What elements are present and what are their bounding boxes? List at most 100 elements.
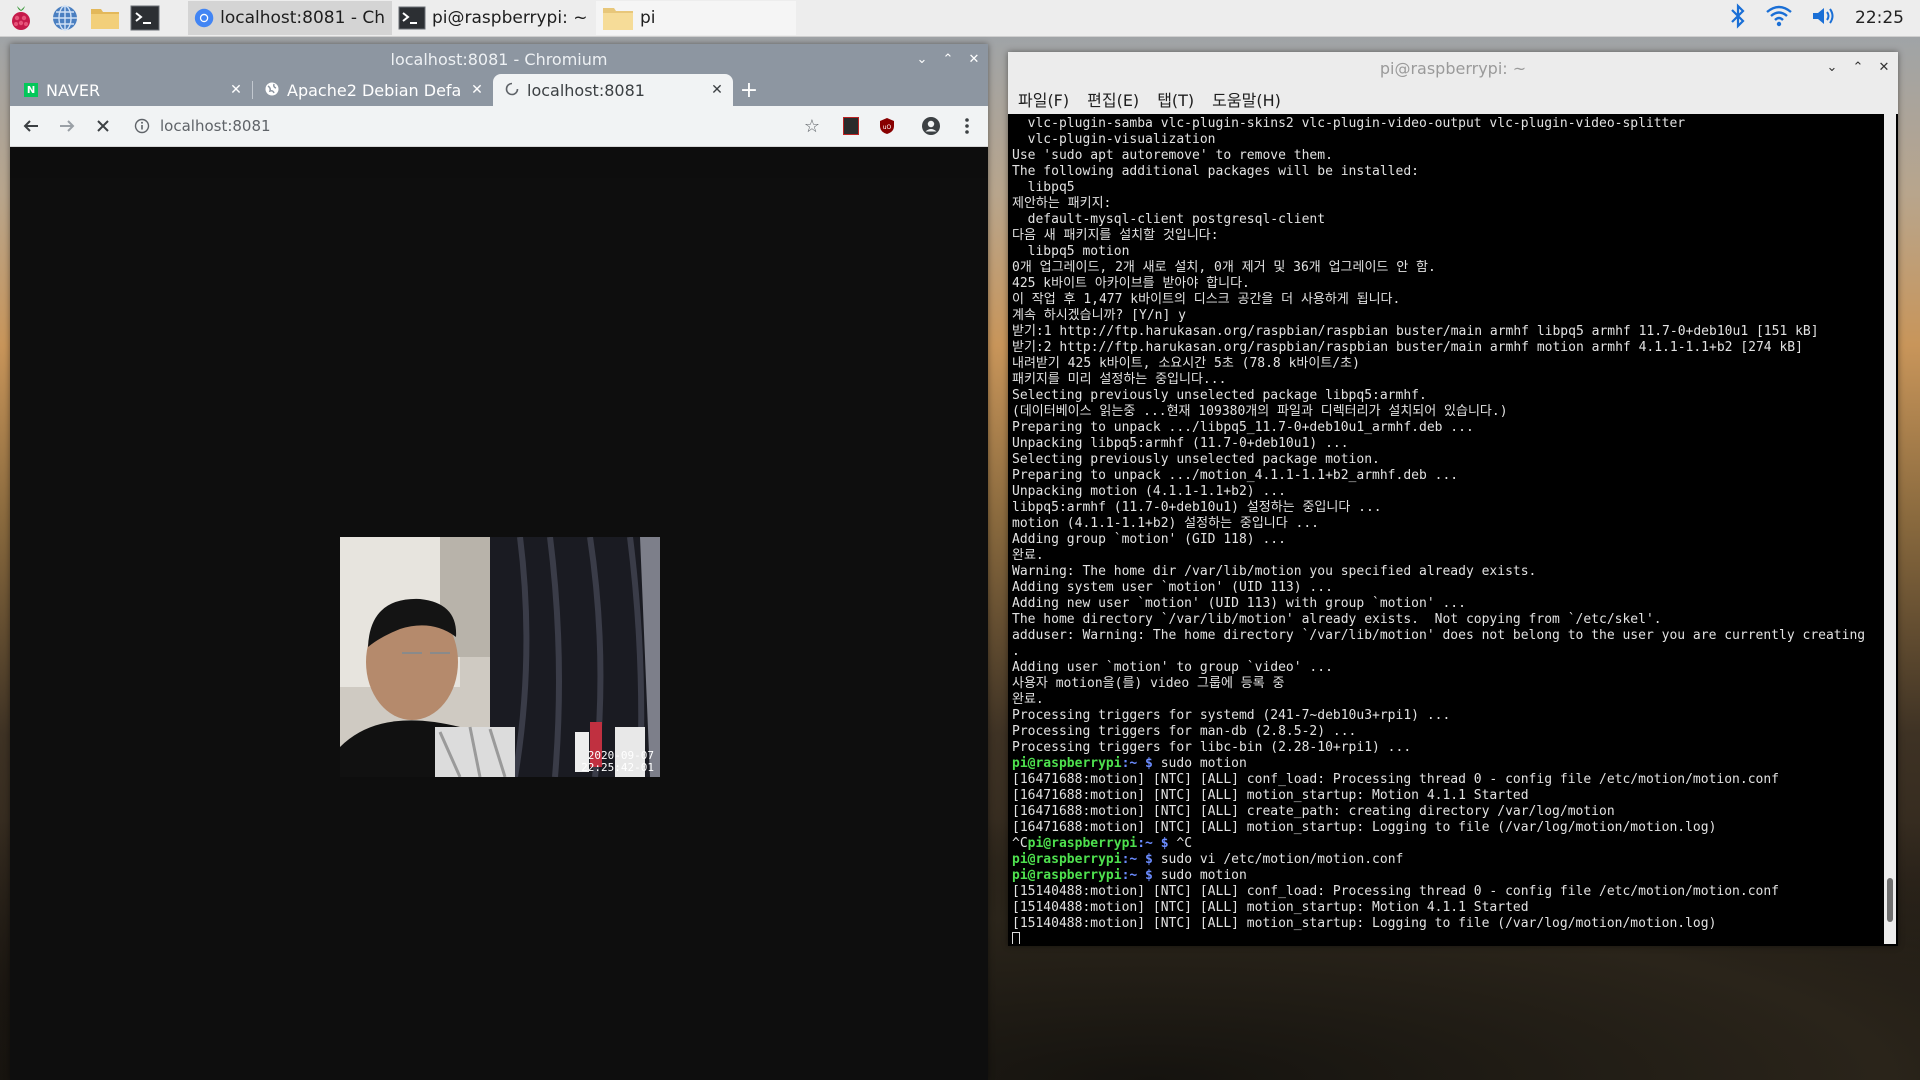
prompt-command: ^C bbox=[1168, 836, 1193, 851]
terminal-line: [15140488:motion] [NTC] [ALL] motion_sta… bbox=[1012, 900, 1529, 915]
terminal-icon[interactable] bbox=[130, 3, 160, 33]
tab-apache[interactable]: Apache2 Debian Default ✕ bbox=[253, 74, 493, 106]
minimize-icon[interactable]: ⌄ bbox=[1824, 59, 1840, 75]
terminal-line: 내려받기 425 k바이트, 소요시간 5초 (78.8 k바이트/초) bbox=[1012, 356, 1360, 371]
terminal-line: 패키지를 미리 설정하는 중입니다... bbox=[1012, 372, 1227, 387]
stop-icon bbox=[97, 120, 109, 132]
menu-tabs[interactable]: 탭(T) bbox=[1157, 87, 1194, 111]
terminal-ctrl-c: ^C bbox=[1012, 836, 1028, 851]
bluetooth-icon[interactable] bbox=[1729, 3, 1747, 33]
terminal-cursor-line bbox=[1012, 932, 1882, 944]
terminal-line: libpq5:armhf (11.7-0+deb10u1) 설정하는 중입니다 … bbox=[1012, 500, 1382, 515]
terminal-line: 0개 업그레이드, 2개 새로 설치, 0개 제거 및 36개 업그레이드 안 … bbox=[1012, 260, 1436, 275]
tab-close-icon[interactable]: ✕ bbox=[469, 82, 485, 98]
prompt-path: :~ $ bbox=[1121, 756, 1153, 771]
terminal-line: Warning: The home dir /var/lib/motion yo… bbox=[1012, 564, 1537, 579]
window-title: localhost:8081 - Chromium bbox=[390, 49, 608, 69]
menu-button[interactable] bbox=[952, 111, 982, 141]
menu-edit[interactable]: 편집(E) bbox=[1087, 87, 1139, 111]
prompt-user: pi@raspberrypi bbox=[1027, 836, 1138, 851]
account-icon bbox=[922, 117, 940, 135]
terminal-prompt-line: pi@raspberrypi:~ $ sudo motion bbox=[1012, 868, 1882, 884]
address-bar[interactable]: localhost:8081 ☆ bbox=[124, 110, 830, 142]
forward-button[interactable] bbox=[52, 111, 82, 141]
tab-close-icon[interactable]: ✕ bbox=[228, 82, 244, 98]
chromium-window: localhost:8081 - Chromium ⌄ ⌃ ✕ N NAVER … bbox=[10, 44, 988, 1080]
terminal-line: The home directory `/var/lib/motion' alr… bbox=[1012, 612, 1662, 627]
raspberry-menu-icon[interactable] bbox=[6, 3, 36, 33]
terminal-line: 받기:2 http://ftp.harukasan.org/raspbian/r… bbox=[1012, 340, 1803, 355]
naver-favicon-icon: N bbox=[24, 83, 38, 97]
taskbar-task-chromium[interactable]: localhost:8081 - Chro... bbox=[188, 1, 392, 35]
terminal-line: Preparing to unpack .../motion_4.1.1-1.1… bbox=[1012, 468, 1459, 483]
camera-timestamp: 2020-09-07 22:25:42-01 bbox=[581, 750, 654, 774]
ublock-button[interactable]: uO bbox=[872, 111, 902, 141]
terminal-line: Processing triggers for systemd (241-7~d… bbox=[1012, 708, 1451, 723]
close-icon[interactable]: ✕ bbox=[1876, 59, 1892, 75]
web-browser-icon[interactable] bbox=[50, 3, 80, 33]
scrollbar-thumb[interactable] bbox=[1887, 878, 1893, 922]
terminal-line: adduser: Warning: The home directory `/v… bbox=[1012, 628, 1866, 643]
timestamp-time: 22:25:42-01 bbox=[581, 761, 654, 774]
prompt-path: :~ $ bbox=[1121, 852, 1153, 867]
folder-icon bbox=[603, 8, 633, 30]
tab-close-icon[interactable]: ✕ bbox=[709, 82, 725, 98]
arrow-right-icon bbox=[60, 120, 75, 132]
taskbar-task-label: pi bbox=[640, 8, 656, 28]
terminal-icon bbox=[398, 6, 426, 30]
shield-icon: uO bbox=[880, 118, 894, 134]
terminal-window: pi@raspberrypi: ~ ⌄ ⌃ ✕ 파일(F) 편집(E) 탭(T)… bbox=[1008, 52, 1898, 946]
terminal-prompt-line: pi@raspberrypi:~ $ sudo vi /etc/motion/m… bbox=[1012, 852, 1882, 868]
terminal-line: . bbox=[1012, 644, 1020, 659]
terminal-line: libpq5 bbox=[1012, 180, 1075, 195]
extension-button[interactable] bbox=[836, 111, 866, 141]
volume-icon[interactable] bbox=[1811, 4, 1837, 32]
minimize-icon[interactable]: ⌄ bbox=[914, 51, 930, 67]
terminal-line: Preparing to unpack .../libpq5_11.7-0+de… bbox=[1012, 420, 1474, 435]
terminal-line: Unpacking libpq5:armhf (11.7-0+deb10u1) … bbox=[1012, 436, 1349, 451]
terminal-line: [16471688:motion] [NTC] [ALL] create_pat… bbox=[1012, 804, 1615, 819]
kebab-menu-icon bbox=[965, 118, 969, 134]
terminal-output[interactable]: vlc-plugin-samba vlc-plugin-skins2 vlc-p… bbox=[1010, 114, 1884, 944]
terminal-line: Adding new user `motion' (UID 113) with … bbox=[1012, 596, 1466, 611]
close-icon[interactable]: ✕ bbox=[966, 51, 982, 67]
profile-button[interactable] bbox=[916, 111, 946, 141]
clock[interactable]: 22:25 bbox=[1855, 8, 1904, 28]
page-viewport: 2020-09-07 22:25:42-01 bbox=[10, 178, 988, 1080]
taskbar-task-filemanager[interactable]: pi bbox=[596, 1, 796, 35]
terminal-line: Processing triggers for man-db (2.8.5-2)… bbox=[1012, 724, 1357, 739]
terminal-line: 425 k바이트 아카이브를 받아야 합니다. bbox=[1012, 276, 1250, 291]
terminal-titlebar[interactable]: pi@raspberrypi: ~ ⌄ ⌃ ✕ bbox=[1008, 52, 1898, 84]
bookmark-star-icon[interactable]: ☆ bbox=[804, 116, 820, 137]
maximize-icon[interactable]: ⌃ bbox=[940, 51, 956, 67]
maximize-icon[interactable]: ⌃ bbox=[1850, 59, 1866, 75]
terminal-scrollbar[interactable] bbox=[1884, 114, 1896, 944]
file-manager-icon[interactable] bbox=[90, 3, 120, 33]
globe-icon bbox=[265, 81, 279, 100]
chromium-titlebar[interactable]: localhost:8081 - Chromium ⌄ ⌃ ✕ bbox=[10, 44, 988, 74]
tab-title: localhost:8081 bbox=[527, 80, 645, 100]
tab-localhost[interactable]: localhost:8081 ✕ bbox=[493, 74, 733, 106]
new-tab-button[interactable]: + bbox=[733, 74, 765, 106]
arrow-left-icon bbox=[23, 120, 38, 132]
extension-icon bbox=[843, 117, 859, 135]
taskbar-task-terminal[interactable]: pi@raspberrypi: ~ bbox=[392, 1, 596, 35]
menu-file[interactable]: 파일(F) bbox=[1018, 87, 1069, 111]
terminal-line: Processing triggers for libc-bin (2.28-1… bbox=[1012, 740, 1412, 755]
terminal-cursor bbox=[1012, 932, 1020, 944]
terminal-line: 다음 새 패키지를 설치할 것입니다: bbox=[1012, 228, 1219, 243]
back-button[interactable] bbox=[16, 111, 46, 141]
system-tray: 22:25 bbox=[1729, 0, 1920, 36]
terminal-line: Unpacking motion (4.1.1-1.1+b2) ... bbox=[1012, 484, 1286, 499]
terminal-line: 완료. bbox=[1012, 692, 1044, 707]
tab-naver[interactable]: N NAVER ✕ bbox=[12, 74, 252, 106]
terminal-line: 계속 하시겠습니까? [Y/n] y bbox=[1012, 308, 1186, 323]
svg-text:uO: uO bbox=[883, 124, 892, 131]
info-icon[interactable] bbox=[134, 118, 150, 134]
stop-button[interactable] bbox=[88, 111, 118, 141]
menu-help[interactable]: 도움말(H) bbox=[1212, 87, 1281, 111]
terminal-prompt-line: pi@raspberrypi:~ $ sudo motion bbox=[1012, 756, 1882, 772]
terminal-line: [15140488:motion] [NTC] [ALL] conf_load:… bbox=[1012, 884, 1780, 899]
terminal-line: Selecting previously unselected package … bbox=[1012, 388, 1427, 403]
wifi-icon[interactable] bbox=[1765, 4, 1793, 32]
